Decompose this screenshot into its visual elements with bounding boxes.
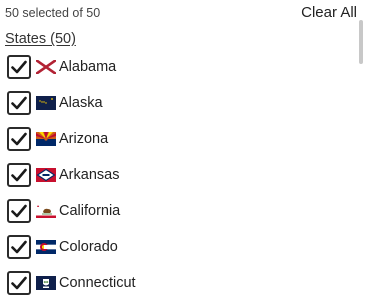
checkbox[interactable]	[7, 199, 31, 223]
checkbox[interactable]	[7, 127, 31, 151]
colorado-flag-icon	[36, 240, 56, 254]
state-name: Connecticut	[59, 275, 136, 291]
checkbox[interactable]	[7, 271, 31, 295]
checkbox[interactable]	[7, 235, 31, 259]
checkmark-icon	[11, 132, 27, 146]
list-item[interactable]: Arkansas	[5, 157, 355, 193]
list-item[interactable]: Colorado	[5, 229, 355, 265]
selection-count: 50 selected of 50	[5, 6, 101, 20]
california-flag-icon	[36, 204, 56, 218]
checkmark-icon	[11, 204, 27, 218]
list-item[interactable]: Connecticut	[5, 265, 355, 301]
checkbox[interactable]	[7, 163, 31, 187]
arkansas-flag-icon	[36, 168, 56, 182]
checkmark-icon	[11, 60, 27, 74]
state-name: California	[59, 203, 121, 219]
state-list: Alabama Alaska Arizona Arkansas Californ…	[5, 49, 355, 301]
list-item[interactable]: Alaska	[5, 85, 355, 121]
checkmark-icon	[11, 168, 27, 182]
selection-header: 50 selected of 50 Clear All	[5, 4, 357, 22]
checkmark-icon	[11, 240, 27, 254]
checkmark-icon	[11, 96, 27, 110]
state-name: Colorado	[59, 239, 118, 255]
checkbox[interactable]	[7, 91, 31, 115]
state-name: Alaska	[59, 95, 103, 111]
state-name: Arkansas	[59, 167, 120, 183]
arizona-flag-icon	[36, 132, 56, 146]
list-item[interactable]: Alabama	[5, 49, 355, 85]
clear-all-button[interactable]: Clear All	[301, 4, 357, 21]
state-name: Alabama	[59, 59, 117, 75]
connecticut-flag-icon	[36, 276, 56, 290]
group-title[interactable]: States (50)	[5, 31, 76, 47]
state-name: Arizona	[59, 131, 109, 147]
checkmark-icon	[11, 276, 27, 290]
alaska-flag-icon	[36, 96, 56, 110]
scrollbar[interactable]	[359, 20, 363, 64]
list-item[interactable]: California	[5, 193, 355, 229]
checkbox[interactable]	[7, 55, 31, 79]
list-item[interactable]: Arizona	[5, 121, 355, 157]
alabama-flag-icon	[36, 60, 56, 74]
